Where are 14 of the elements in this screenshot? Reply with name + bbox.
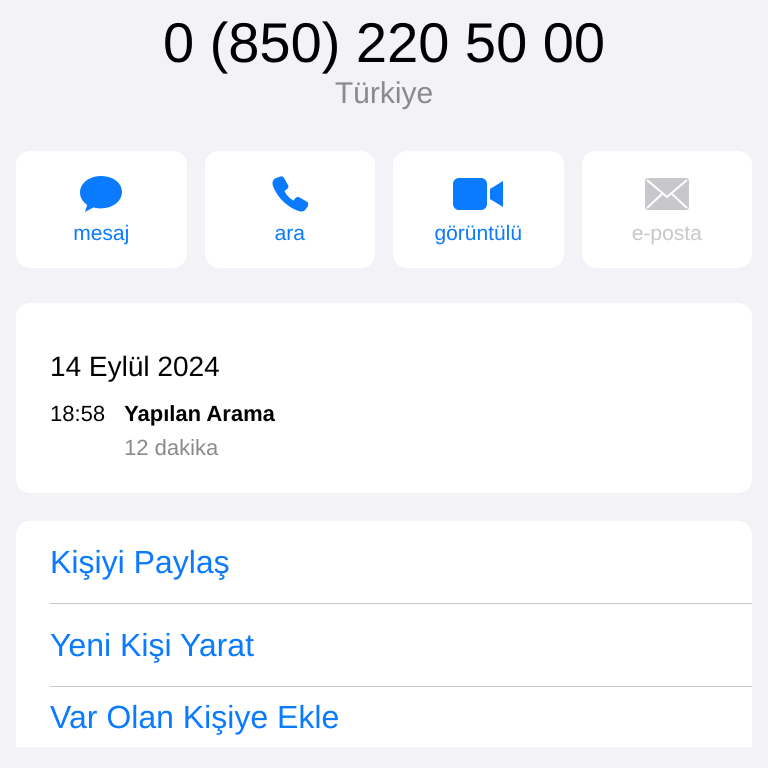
call-duration: 12 dakika	[124, 435, 220, 461]
country-label: Türkiye	[334, 76, 434, 112]
option-link[interactable]: Yeni Kişi Yarat	[50, 604, 752, 687]
call-time: 18:58	[50, 401, 106, 428]
message-button[interactable]: mesaj	[16, 151, 186, 268]
call-button[interactable]: ara	[204, 151, 375, 268]
video-button[interactable]: görüntülü	[393, 151, 564, 268]
option-link[interactable]: Var Olan Kişiye Ekle	[50, 687, 752, 747]
speech-bubble-icon	[78, 174, 124, 214]
call-date: 14 Eylül 2024	[50, 351, 220, 383]
phone-number: 0 (850) 220 50 00	[162, 12, 606, 74]
option-link[interactable]: Kişiyi Paylaş	[50, 521, 752, 604]
phone-icon	[270, 174, 310, 214]
call-type: Yapılan Arama	[124, 401, 275, 427]
